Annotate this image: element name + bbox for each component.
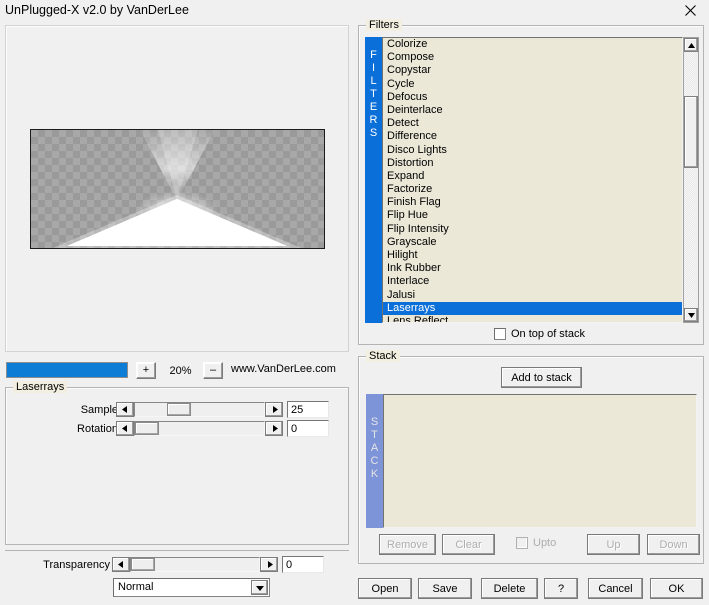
filter-list-item[interactable]: Colorize — [383, 38, 682, 51]
zoom-level-value: 20% — [169, 364, 192, 377]
filter-params-group: Laserrays Sample 25 Rotation 0 — [5, 381, 349, 545]
filter-list-item[interactable]: Laserrays — [383, 301, 682, 315]
website-link[interactable]: www.VanDerLee.com — [231, 363, 336, 375]
title-bar: UnPlugged-X v2.0 by VanDerLee — [0, 0, 709, 22]
filter-list-item[interactable]: Lens Reflect — [383, 315, 682, 322]
upto-label: Upto — [533, 537, 557, 549]
rotation-left-arrow-button[interactable] — [116, 421, 134, 436]
filters-group-title: Filters — [366, 19, 402, 31]
band-letter: I — [371, 62, 376, 74]
filter-list-item[interactable]: Distortion — [383, 157, 682, 170]
delete-button[interactable]: Delete — [481, 578, 538, 599]
filter-preview-image[interactable] — [30, 129, 325, 249]
band-letter: F — [370, 49, 377, 61]
open-button[interactable]: Open — [358, 578, 412, 599]
on-top-of-stack-label: On top of stack — [511, 328, 585, 340]
filters-scrollbar[interactable] — [683, 37, 699, 323]
zoom-out-button[interactable]: – — [203, 362, 223, 379]
scrollbar-thumb[interactable] — [684, 96, 698, 168]
filter-list-item[interactable]: Difference — [383, 130, 682, 143]
filter-list-item[interactable]: Ink Rubber — [383, 262, 682, 275]
window-title: UnPlugged-X v2.0 by VanDerLee — [5, 3, 189, 17]
filter-list-item[interactable]: Finish Flag — [383, 196, 682, 209]
band-letter: S — [370, 416, 379, 428]
band-letter: T — [370, 88, 377, 100]
filters-band-label: FILTERS — [365, 37, 382, 323]
close-icon[interactable] — [671, 0, 709, 21]
cancel-button[interactable]: Cancel — [588, 578, 643, 599]
transparency-slider-track[interactable] — [130, 557, 260, 572]
filter-list-item[interactable]: Factorize — [383, 183, 682, 196]
rotation-label: Rotation — [77, 423, 118, 435]
band-letter: K — [370, 468, 379, 480]
sample-value-field[interactable]: 25 — [287, 401, 329, 418]
filter-list-item[interactable]: Cycle — [383, 78, 682, 91]
stack-group: Stack Add to stack STACK Remove Clear Up… — [358, 350, 704, 564]
zoom-in-button[interactable]: + — [136, 362, 156, 379]
filter-list-item[interactable]: Grayscale — [383, 236, 682, 249]
filter-list-item[interactable]: Disco Lights — [383, 144, 682, 157]
band-letter: L — [370, 75, 377, 87]
filter-list-item[interactable]: Deinterlace — [383, 104, 682, 117]
on-top-of-stack-row[interactable]: On top of stack — [494, 328, 585, 340]
upto-row[interactable]: Upto — [516, 537, 556, 549]
upto-checkbox[interactable] — [516, 537, 528, 549]
band-letter: R — [369, 114, 378, 126]
band-letter: T — [371, 429, 378, 441]
sample-slider-track[interactable] — [134, 402, 265, 417]
transparency-value-field[interactable]: 0 — [282, 556, 324, 573]
rotation-slider-thumb[interactable] — [135, 422, 159, 435]
transparency-label: Transparency — [43, 559, 110, 571]
preview-panel[interactable] — [5, 25, 349, 352]
filters-list[interactable]: Colorize Compose Copystar Cycle Defocus Deint… — [382, 37, 683, 323]
filter-list-item[interactable]: Compose — [383, 51, 682, 64]
stack-group-title: Stack — [366, 350, 400, 362]
filter-list-item[interactable]: Copystar — [383, 64, 682, 77]
stack-band-label: STACK — [366, 394, 383, 528]
band-letter: A — [370, 442, 379, 454]
sample-left-arrow-button[interactable] — [116, 402, 134, 417]
rotation-value-field[interactable]: 0 — [287, 420, 329, 437]
filter-list-item[interactable]: Hilight — [383, 249, 682, 262]
band-letter: S — [369, 127, 378, 139]
sample-right-arrow-button[interactable] — [265, 402, 283, 417]
ok-button[interactable]: OK — [650, 578, 703, 599]
help-button[interactable]: ? — [544, 578, 578, 599]
laserrays-shape — [52, 130, 302, 248]
filter-list-item[interactable]: Detect — [383, 117, 682, 130]
up-button[interactable]: Up — [587, 534, 640, 555]
filter-list-item[interactable]: Interlace — [383, 275, 682, 288]
transparency-left-arrow-button[interactable] — [112, 557, 130, 572]
transparency-slider-thumb[interactable] — [131, 558, 155, 571]
sample-label: Sample — [80, 404, 118, 416]
filter-list-item[interactable]: Flip Hue — [383, 209, 682, 222]
rotation-right-arrow-button[interactable] — [265, 421, 283, 436]
down-button[interactable]: Down — [647, 534, 700, 555]
band-letter: C — [370, 455, 379, 467]
filter-list-item[interactable]: Expand — [383, 170, 682, 183]
filter-params-group-title: Laserrays — [13, 381, 68, 393]
on-top-of-stack-checkbox[interactable] — [494, 328, 506, 340]
rotation-slider-track[interactable] — [134, 421, 265, 436]
add-to-stack-button[interactable]: Add to stack — [501, 367, 582, 388]
filter-list-item[interactable]: Flip Intensity — [383, 223, 682, 236]
progress-bar-fill — [7, 363, 127, 377]
filter-list-item[interactable]: Defocus — [383, 91, 682, 104]
scroll-down-icon[interactable] — [684, 308, 698, 322]
progress-bar — [6, 362, 128, 378]
save-button[interactable]: Save — [418, 578, 472, 599]
transparency-right-arrow-button[interactable] — [260, 557, 278, 572]
clear-button[interactable]: Clear — [442, 534, 495, 555]
unplugged-x-window: UnPlugged-X v2.0 by VanDerLee + 20% – ww… — [0, 0, 709, 605]
band-letter: E — [369, 101, 378, 113]
dialog-button-bar: Open Save Delete? Cancel OK — [0, 572, 709, 605]
remove-button[interactable]: Remove — [379, 534, 436, 555]
scroll-up-icon[interactable] — [684, 38, 698, 52]
sample-slider-thumb[interactable] — [167, 403, 191, 416]
filters-group: Filters FILTERS Colorize Compose Copystar C… — [358, 19, 704, 345]
stack-list[interactable] — [383, 394, 697, 528]
filter-list-item[interactable]: Jalusi — [383, 289, 682, 302]
